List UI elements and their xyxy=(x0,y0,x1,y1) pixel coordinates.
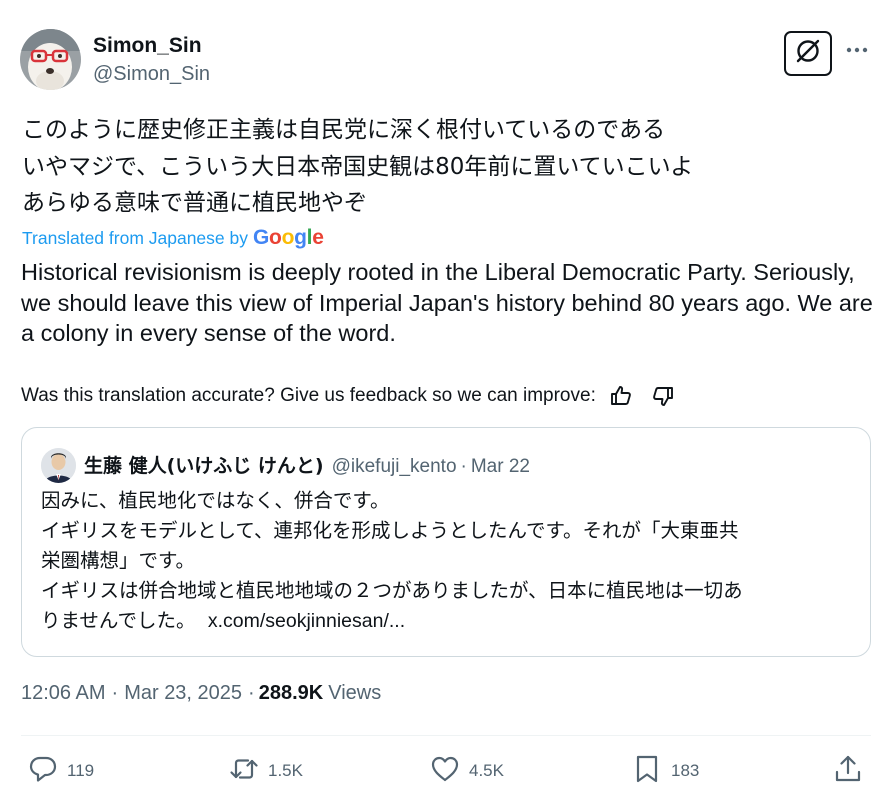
author-display-name[interactable]: Simon_Sin xyxy=(93,34,202,58)
tweet-original-line: このように歴史修正主義は自民党に深く根付いているのである xyxy=(22,117,666,143)
separator-dot: · xyxy=(111,682,119,704)
tweet-original-line: いやマジで、こういう大日本帝国史観は80年前に置いていこいよ xyxy=(22,153,694,180)
tweet-date[interactable]: Mar 23, 2025 xyxy=(124,682,242,705)
repost-button[interactable]: 1.5K xyxy=(228,755,303,787)
reply-button[interactable]: 119 xyxy=(27,755,94,787)
more-dots-icon xyxy=(846,40,868,58)
bookmark-icon xyxy=(631,753,671,790)
feedback-prompt: Was this translation accurate? Give us f… xyxy=(21,385,596,406)
quoted-author-name[interactable]: 生藤 健人(いけふじ けんと) xyxy=(84,451,324,478)
quoted-tweet-line: イギリスをモデルとして、連邦化を形成しようとしたんです。それが「大東亜共 xyxy=(41,519,739,542)
quoted-tweet-card[interactable]: 生藤 健人(いけふじ けんと) @ikefuji_kento · Mar 22 … xyxy=(21,427,871,657)
tweet-original-text: このように歴史修正主義は自民党に深く根付いているのである いやマジで、こういう大… xyxy=(22,112,872,222)
reply-count: 119 xyxy=(67,761,95,780)
share-button[interactable] xyxy=(832,755,872,787)
repost-count: 1.5K xyxy=(268,761,303,780)
translation-feedback: Was this translation accurate? Give us f… xyxy=(21,383,676,409)
views-count[interactable]: 288.9K xyxy=(259,682,324,705)
bookmark-button[interactable]: 183 xyxy=(631,755,699,787)
quoted-tweet-text: 因みに、植民地化ではなく、併合です。 イギリスをモデルとして、連邦化を形成しよう… xyxy=(41,486,856,636)
reply-bubble-icon xyxy=(27,753,67,790)
divider xyxy=(21,735,871,736)
quoted-tweet-line: りませんでした。 x.com/seokjinniesan/... xyxy=(41,606,856,636)
author-handle[interactable]: @Simon_Sin xyxy=(93,63,210,86)
quoted-tweet-link[interactable]: x.com/seokjinniesan/... xyxy=(208,610,405,632)
tweet-original-line: あらゆる意味で普通に植民地やぞ xyxy=(22,190,367,216)
google-logo: Google xyxy=(253,226,324,249)
more-options-button[interactable] xyxy=(844,36,870,62)
translation-attribution[interactable]: Translated from Japanese by Google xyxy=(22,224,324,252)
grok-button[interactable] xyxy=(784,31,832,76)
like-count: 4.5K xyxy=(469,761,504,780)
quoted-tweet-line: イギリスは併合地域と植民地地域の２つがありましたが、日本に植民地は一切あ xyxy=(41,579,743,602)
bookmark-count: 183 xyxy=(671,761,700,780)
quoted-tweet-header: 生藤 健人(いけふじ けんと) @ikefuji_kento · Mar 22 xyxy=(84,451,530,478)
share-upload-icon xyxy=(832,753,872,790)
like-button[interactable]: 4.5K xyxy=(429,755,504,787)
quoted-tweet-line: 栄圏構想」です。 xyxy=(41,549,196,572)
heart-icon xyxy=(429,753,469,790)
thumbs-down-icon[interactable] xyxy=(650,383,676,409)
tweet-translation-text: Historical revisionism is deeply rooted … xyxy=(21,259,873,346)
repost-arrows-icon xyxy=(228,753,268,790)
tweet-time[interactable]: 12:06 AM xyxy=(21,682,106,705)
tweet-meta: 12:06 AM · Mar 23, 2025 · 288.9K Views xyxy=(21,682,381,705)
quoted-author-handle[interactable]: @ikefuji_kento xyxy=(332,456,457,478)
grok-slash-circle-icon xyxy=(793,36,823,71)
quoted-tweet-line: 因みに、植民地化ではなく、併合です。 xyxy=(41,489,390,512)
views-label: Views xyxy=(328,682,382,704)
translated-from-label: Translated from Japanese by xyxy=(22,227,248,248)
quoted-tweet-last-line: りませんでした。 xyxy=(41,609,196,632)
thumbs-up-icon[interactable] xyxy=(608,383,634,409)
author-avatar[interactable] xyxy=(20,29,81,90)
separator-dot: · xyxy=(248,682,255,704)
quoted-tweet-date[interactable]: Mar 22 xyxy=(471,456,530,478)
quoted-author-avatar[interactable] xyxy=(41,448,76,483)
separator-dot: · xyxy=(460,456,467,477)
